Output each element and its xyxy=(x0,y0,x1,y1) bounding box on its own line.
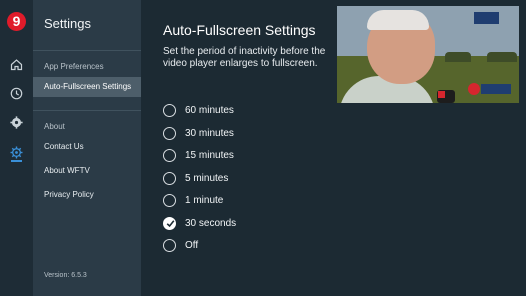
divider xyxy=(33,110,141,111)
option-60-minutes[interactable]: 60 minutes xyxy=(163,104,363,118)
channel-bug-logo xyxy=(468,83,480,95)
channel-bug xyxy=(481,84,511,94)
settings-cog-icon[interactable] xyxy=(10,146,23,159)
checkmark-icon xyxy=(166,220,175,228)
option-5-minutes[interactable]: 5 minutes xyxy=(163,172,363,186)
sidebar-title: Settings xyxy=(44,16,91,31)
option-30-seconds[interactable]: 30 seconds xyxy=(163,217,363,231)
video-person-hair xyxy=(367,10,429,30)
option-label: 30 seconds xyxy=(185,218,237,229)
page-title: Auto-Fullscreen Settings xyxy=(163,22,316,38)
nav-rail: 9 xyxy=(0,0,33,296)
news-watermark xyxy=(474,12,499,24)
video-trees xyxy=(445,52,471,62)
option-label: 1 minute xyxy=(185,195,224,206)
radio-button[interactable] xyxy=(163,104,176,117)
option-15-minutes[interactable]: 15 minutes xyxy=(163,149,363,163)
settings-gear-icon[interactable] xyxy=(10,116,23,129)
radio-button[interactable] xyxy=(163,127,176,140)
radio-button[interactable] xyxy=(163,172,176,185)
option-label: 60 minutes xyxy=(185,105,234,116)
option-label: 15 minutes xyxy=(185,150,234,161)
wftv-logo[interactable]: 9 xyxy=(7,12,26,31)
clock-icon[interactable] xyxy=(10,87,23,100)
section-label-app-preferences: App Preferences xyxy=(44,62,104,71)
sidebar-item-about-wftv[interactable]: About WFTV xyxy=(44,166,90,175)
sidebar-item-privacy-policy[interactable]: Privacy Policy xyxy=(44,190,94,199)
divider xyxy=(33,50,141,51)
sidebar-item-auto-fullscreen[interactable]: Auto-Fullscreen Settings xyxy=(33,77,141,97)
radio-button[interactable] xyxy=(163,194,176,207)
option-off[interactable]: Off xyxy=(163,239,363,253)
section-label-about: About xyxy=(44,122,65,131)
active-indicator xyxy=(11,160,22,162)
option-label: Off xyxy=(185,240,199,251)
video-trees xyxy=(487,52,517,62)
option-label: 30 minutes xyxy=(185,128,234,139)
option-label: 5 minutes xyxy=(185,173,229,184)
option-1-minute[interactable]: 1 minute xyxy=(163,194,363,208)
page-description: Set the period of inactivity before the … xyxy=(163,46,326,69)
sidebar-item-contact-us[interactable]: Contact Us xyxy=(44,142,84,151)
option-30-minutes[interactable]: 30 minutes xyxy=(163,127,363,141)
video-player[interactable] xyxy=(337,6,519,103)
version-text: Version: 6.5.3 xyxy=(44,272,87,279)
radio-button[interactable] xyxy=(163,149,176,162)
settings-sidebar: Settings App Preferences Auto-Fullscreen… xyxy=(33,0,141,296)
home-icon[interactable] xyxy=(10,58,23,71)
microphone-flag xyxy=(438,91,445,98)
radio-button-selected[interactable] xyxy=(163,217,176,230)
radio-button[interactable] xyxy=(163,239,176,252)
